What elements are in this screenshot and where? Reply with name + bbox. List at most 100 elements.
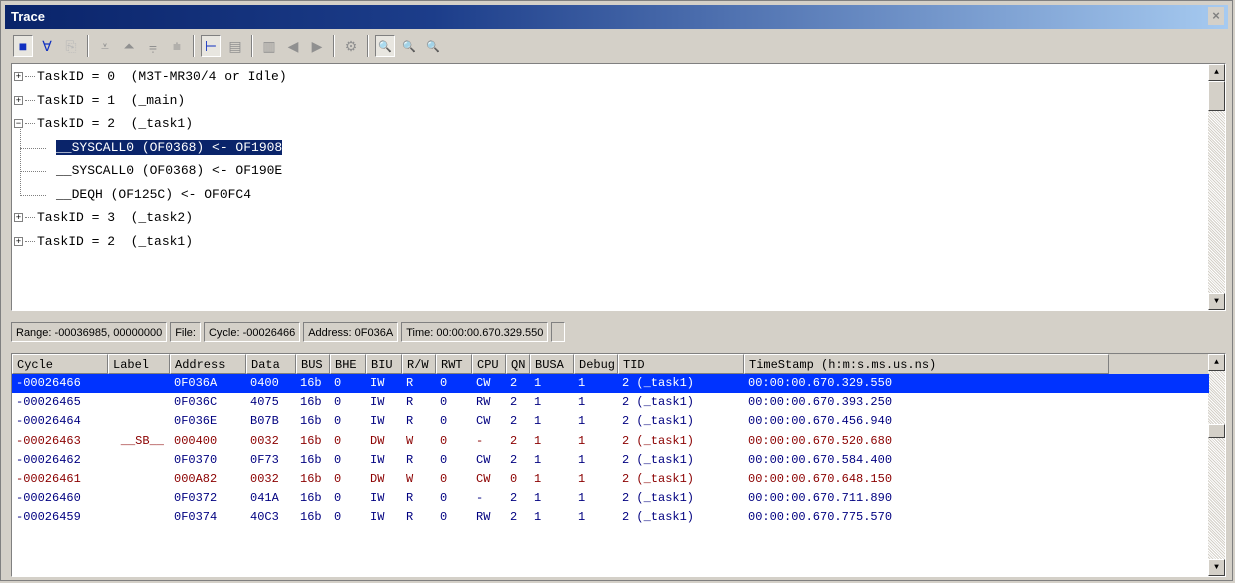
table-cell: 0F0370 — [174, 452, 218, 467]
tree-task-node[interactable]: + TaskID = 3 (_task2) — [14, 207, 193, 229]
tree-call-node[interactable]: __DEQH (OF125C) <- OF0FC4 — [56, 184, 251, 206]
table-cell: CW — [476, 472, 491, 486]
table-row[interactable]: -00026462 0F0370 0F73 16b 0 IW R 0 CW 2 1 1 2 (_task… — [12, 451, 1209, 470]
collapse-icon[interactable]: − — [14, 119, 23, 129]
table-cell: 0F73 — [250, 452, 279, 467]
toolbar-separator — [333, 35, 335, 57]
column-header[interactable]: BUSA — [530, 354, 574, 374]
column-header[interactable]: BHE — [330, 354, 366, 374]
tree-call-node[interactable]: __SYSCALL0 (OF0368) <- OF190E — [56, 160, 282, 182]
scroll-up-icon[interactable]: ▲ — [1208, 64, 1225, 81]
table-cell: 1 — [534, 376, 542, 390]
tree-view-button[interactable]: ⊢ — [201, 35, 221, 57]
scroll-up-icon[interactable]: ▲ — [1208, 354, 1225, 371]
step-back-button[interactable]: ◀ — [283, 35, 303, 57]
table-cell: -00026464 — [16, 414, 81, 429]
filter-button[interactable]: ∀ — [37, 35, 57, 57]
properties-button[interactable]: ⚙ — [341, 35, 361, 57]
record-button[interactable]: ■ — [13, 35, 33, 57]
table-row[interactable]: -00026459 0F0374 40C3 16b 0 IW R 0 RW 2 1 1 2 (_task… — [12, 508, 1209, 527]
table-cell: 0 — [440, 472, 448, 486]
table-cell: 0032 — [250, 472, 279, 486]
tree-view-icon: ⊢ — [204, 37, 218, 54]
list-view-button[interactable]: ▤ — [225, 35, 245, 57]
table-cell: -00026460 — [16, 491, 81, 506]
tree-node-label: TaskID = 2 (_task1) — [37, 116, 194, 131]
window-title: Trace — [11, 9, 45, 24]
table-cell: 16b — [300, 414, 322, 429]
tree-task-node[interactable]: + TaskID = 2 (_task1) — [14, 231, 193, 253]
table-cell — [108, 374, 170, 393]
table-cell — [108, 489, 170, 508]
column-header[interactable]: TID — [618, 354, 744, 374]
trace-list-view[interactable]: Cycle Label Address Data BUS BHE BIU R/W RWT CPU Q… — [11, 353, 1226, 577]
close-icon[interactable]: × — [1208, 7, 1224, 25]
table-cell: IW — [370, 395, 385, 410]
status-cycle: Cycle: -00026466 — [203, 322, 301, 342]
trace-tree-view[interactable]: ▲ ▼ + TaskID = 0 (M3T-MR30/4 or Idle) + Tas… — [11, 63, 1226, 311]
tree-task-node[interactable]: + TaskID = 1 (_main) — [14, 90, 185, 112]
table-cell: -00026462 — [16, 452, 81, 467]
tree-connector — [25, 76, 35, 78]
column-header[interactable]: BIU — [366, 354, 402, 374]
list-view-icon: ▤ — [228, 37, 242, 54]
column-header[interactable]: RWT — [436, 354, 472, 374]
expand-icon[interactable]: + — [14, 236, 23, 246]
tree-node-label: __SYSCALL0 (OF0368) <- OF190E — [56, 163, 283, 178]
scroll-down-icon[interactable]: ▼ — [1208, 293, 1225, 310]
table-cell: 00:00:00.670.648.150 — [748, 472, 893, 486]
column-header[interactable]: CPU — [472, 354, 506, 374]
copy-button[interactable]: ⎘ — [61, 35, 81, 57]
title-bar[interactable]: Trace × — [5, 5, 1228, 29]
expand-icon[interactable]: + — [14, 72, 23, 82]
table-row[interactable]: -00026461 000A82 0032 16b 0 DW W 0 CW 0 1 1 2 (_task… — [12, 470, 1209, 489]
table-cell: 0F036E — [174, 414, 218, 429]
scroll-thumb[interactable] — [1208, 424, 1225, 438]
table-cell: 2 (_task1) — [622, 452, 695, 467]
column-header[interactable]: Debug — [574, 354, 618, 374]
column-header[interactable]: Cycle — [12, 354, 108, 374]
table-cell: 0 — [334, 433, 342, 448]
table-cell: 16b — [300, 395, 322, 410]
zoom-out-button[interactable]: ⩧ — [167, 35, 187, 57]
table-cell: R — [406, 491, 414, 506]
tree-task-node[interactable]: − TaskID = 2 (_task1) — [14, 113, 193, 135]
find-prev-button[interactable]: 🔍 — [423, 35, 443, 57]
scroll-bottom-button[interactable]: ⩡ — [95, 35, 115, 57]
table-cell: 16b — [300, 510, 322, 525]
scroll-thumb[interactable] — [1208, 81, 1225, 111]
mixed-view-button[interactable]: ▥ — [259, 35, 279, 57]
scroll-down-icon[interactable]: ▼ — [1208, 559, 1225, 576]
tree-vertical-scrollbar[interactable]: ▲ ▼ — [1208, 64, 1225, 310]
expand-icon[interactable]: + — [14, 213, 23, 223]
column-header[interactable]: TimeStamp (h:m:s.ms.us.ns) — [744, 354, 1109, 374]
table-row[interactable]: -00026463 __SB__ 000400 0032 16b 0 DW W 0 - 2 1 1 2 (… — [12, 432, 1209, 451]
table-cell: R — [406, 376, 414, 390]
table-cell: 1 — [534, 395, 542, 410]
column-header[interactable]: Address — [170, 354, 246, 374]
step-forward-button[interactable]: ▶ — [307, 35, 327, 57]
column-header[interactable]: R/W — [402, 354, 436, 374]
table-row[interactable]: -00026466 0F036A 0400 16b 0 IW R 0 CW 2 1 1 2 (_task… — [12, 374, 1209, 393]
table-row[interactable]: -00026465 0F036C 4075 16b 0 IW R 0 RW 2 1 1 2 (_task… — [12, 393, 1209, 412]
tree-task-node[interactable]: + TaskID = 0 (M3T-MR30/4 or Idle) — [14, 66, 287, 88]
scroll-top-button[interactable]: ⏶ — [119, 35, 139, 57]
table-cell: -00026461 — [16, 472, 81, 486]
table-row[interactable]: -00026464 0F036E B07B 16b 0 IW R 0 CW 2 1 1 2 (_task… — [12, 412, 1209, 431]
column-header[interactable]: Label — [108, 354, 170, 374]
tree-connector — [25, 123, 35, 125]
expand-icon[interactable]: + — [14, 95, 23, 105]
find-next-button[interactable]: 🔍 — [399, 35, 419, 57]
table-cell: DW — [370, 433, 385, 448]
list-vertical-scrollbar[interactable]: ▲ ▼ — [1208, 354, 1225, 576]
column-header[interactable]: QN — [506, 354, 530, 374]
tree-call-node[interactable]: __SYSCALL0 (OF0368) <- OF1908 — [54, 137, 284, 159]
find-button[interactable]: 🔍 — [375, 35, 395, 57]
table-cell: R — [406, 510, 414, 525]
properties-icon: ⚙ — [344, 37, 358, 54]
column-header[interactable]: BUS — [296, 354, 330, 374]
column-header[interactable]: Data — [246, 354, 296, 374]
table-row[interactable]: -00026460 0F0372 041A 16b 0 IW R 0 - 2 1 1 2 (_task1… — [12, 489, 1209, 508]
table-cell: 00:00:00.670.393.250 — [748, 395, 893, 410]
zoom-in-button[interactable]: ⩦ — [143, 35, 163, 57]
